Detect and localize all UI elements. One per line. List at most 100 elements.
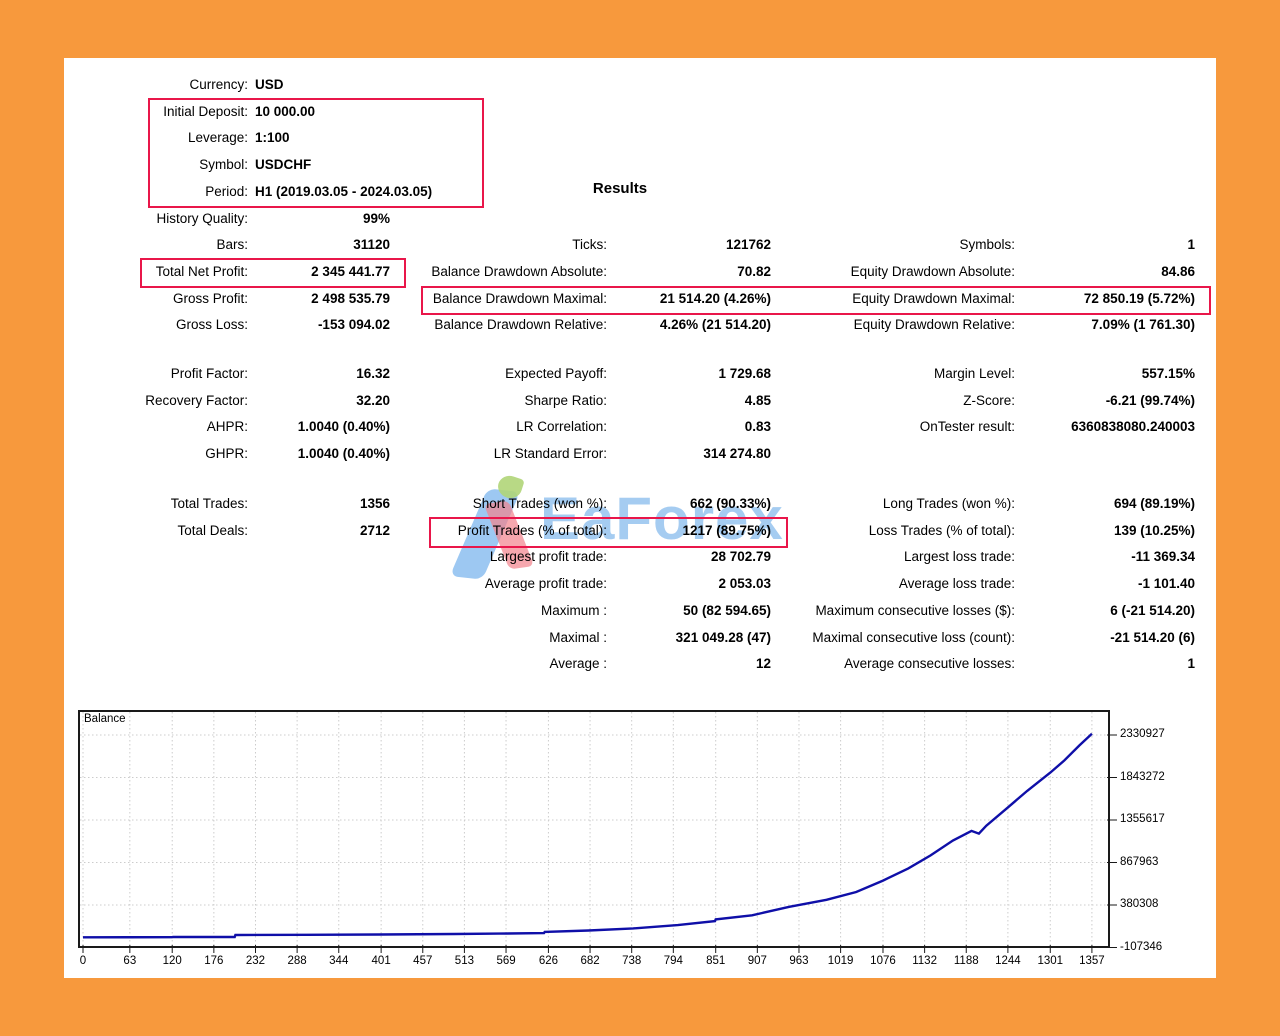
stat-value: 139 (10.25%) [1019,518,1195,544]
stat-value: -1 101.40 [1019,571,1195,597]
y-axis-tick-label: 2330927 [1120,728,1184,740]
x-axis-tick-label: 1076 [861,955,905,967]
x-axis-tick-label: 120 [150,955,194,967]
x-axis-tick-label: 851 [694,955,738,967]
stat-label: Leverage: [84,125,248,151]
balance-curve [83,734,1092,938]
stat-label: Maximal consecutive loss (count): [775,625,1015,651]
stat-value: 28 702.79 [611,544,771,570]
stat-value: 70.82 [611,259,771,285]
stat-label: Currency: [84,72,248,98]
stat-value: H1 (2019.03.05 - 2024.03.05) [255,179,585,205]
stat-label: Expected Payoff: [367,361,607,387]
stat-value: 72 850.19 (5.72%) [1019,286,1195,312]
stat-label: Balance Drawdown Relative: [367,312,607,338]
stat-label: Average : [367,651,607,677]
stat-label: Period: [84,179,248,205]
stat-label: Equity Drawdown Maximal: [775,286,1015,312]
y-axis-tick-label: 1843272 [1120,771,1184,783]
balance-chart [78,710,1122,956]
stat-label: Bars: [84,232,248,258]
stat-value: 121762 [611,232,771,258]
stat-label: Symbol: [84,152,248,178]
stat-value: 12 [611,651,771,677]
stat-value: 1 [1019,651,1195,677]
stat-value: 4.85 [611,388,771,414]
stat-label: LR Correlation: [367,414,607,440]
x-axis-tick-label: 63 [108,955,152,967]
stat-value: 1217 (89.75%) [611,518,771,544]
stat-value: 694 (89.19%) [1019,491,1195,517]
chart-legend-balance: Balance [84,713,126,725]
stat-label: Loss Trades (% of total): [775,518,1015,544]
stat-label: Gross Loss: [84,312,248,338]
x-axis-tick-label: 1244 [986,955,1030,967]
stat-label: Margin Level: [775,361,1015,387]
x-axis-tick-label: 513 [442,955,486,967]
stat-value: 84.86 [1019,259,1195,285]
stat-label: OnTester result: [775,414,1015,440]
stat-label: Largest profit trade: [367,544,607,570]
y-axis-tick-label: 380308 [1120,898,1184,910]
stat-label: Long Trades (won %): [775,491,1015,517]
stat-label: LR Standard Error: [367,441,607,467]
balance-chart-svg [78,710,1122,956]
stat-value: 314 274.80 [611,441,771,467]
stat-label: Maximum : [367,598,607,624]
stat-value: USD [255,72,585,98]
x-axis-tick-label: 457 [401,955,445,967]
stat-value: 0.83 [611,414,771,440]
stat-value: 4.26% (21 514.20) [611,312,771,338]
stat-value: 557.15% [1019,361,1195,387]
stat-label: History Quality: [84,206,248,232]
y-axis-tick-label: -107346 [1120,941,1184,953]
y-axis-tick-label: 867963 [1120,856,1184,868]
x-axis-tick-label: 232 [233,955,277,967]
stat-label: Average profit trade: [367,571,607,597]
x-axis-tick-label: 794 [651,955,695,967]
stat-value: 10 000.00 [255,99,585,125]
stat-value: USDCHF [255,152,585,178]
stat-value: 1:100 [255,125,585,151]
stat-value: 321 049.28 (47) [611,625,771,651]
stat-label: Z-Score: [775,388,1015,414]
stat-label: Largest loss trade: [775,544,1015,570]
stat-label: Sharpe Ratio: [367,388,607,414]
stat-label: Gross Profit: [84,286,248,312]
stat-value: 1 [1019,232,1195,258]
stat-value: 21 514.20 (4.26%) [611,286,771,312]
x-axis-tick-label: 569 [484,955,528,967]
stat-label: Average consecutive losses: [775,651,1015,677]
stat-value: 2 053.03 [611,571,771,597]
stat-label: Balance Drawdown Maximal: [367,286,607,312]
stat-label: Equity Drawdown Relative: [775,312,1015,338]
x-axis-tick-label: 0 [61,955,105,967]
stat-label: Initial Deposit: [84,99,248,125]
x-axis-tick-label: 907 [735,955,779,967]
stat-label: Maximal : [367,625,607,651]
stat-value: 6360838080.240003 [1019,414,1195,440]
stat-value: -6.21 (99.74%) [1019,388,1195,414]
x-axis-tick-label: 682 [568,955,612,967]
stat-label: Profit Trades (% of total): [367,518,607,544]
stat-label: Symbols: [775,232,1015,258]
stat-label: Total Deals: [84,518,248,544]
x-axis-tick-label: 1301 [1028,955,1072,967]
stat-label: GHPR: [84,441,248,467]
stat-label: Total Net Profit: [84,259,248,285]
x-axis-tick-label: 288 [275,955,319,967]
stat-label: Profit Factor: [84,361,248,387]
stat-value: 50 (82 594.65) [611,598,771,624]
stat-label: Maximum consecutive losses ($): [775,598,1015,624]
stat-value: 7.09% (1 761.30) [1019,312,1195,338]
x-axis-tick-label: 626 [526,955,570,967]
stat-value: 6 (-21 514.20) [1019,598,1195,624]
stat-label: Recovery Factor: [84,388,248,414]
stat-label: Ticks: [367,232,607,258]
stat-value: 99% [254,206,390,232]
stat-value: 662 (90.33%) [611,491,771,517]
stat-value: -21 514.20 (6) [1019,625,1195,651]
stat-label: Equity Drawdown Absolute: [775,259,1015,285]
x-axis-tick-label: 344 [317,955,361,967]
stat-label: Short Trades (won %): [367,491,607,517]
